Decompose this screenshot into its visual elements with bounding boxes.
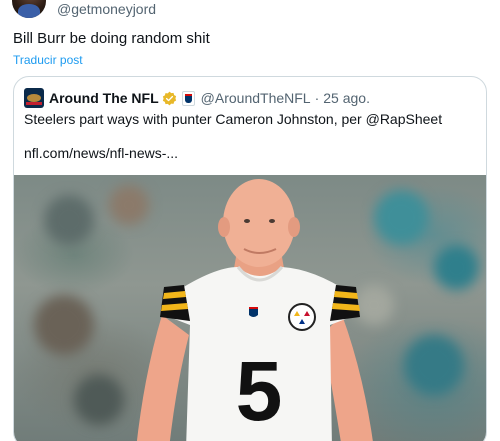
player-photo: 5	[136, 179, 373, 441]
translate-post-link[interactable]: Traducir post	[13, 53, 83, 67]
nfl-affiliate-badge-icon[interactable]	[181, 90, 195, 106]
user-avatar[interactable]	[12, 0, 46, 18]
jersey-number: 5	[236, 344, 283, 438]
quoted-post-link[interactable]: nfl.com/news/nfl-news-...	[24, 145, 178, 161]
quoted-post-timestamp[interactable]: 25 ago.	[323, 90, 370, 106]
quoted-account-name[interactable]: Around The NFL	[49, 90, 159, 106]
quoted-post-text: Steelers part ways with punter Cameron J…	[24, 111, 443, 127]
tweet-text: Bill Burr be doing random shit	[13, 30, 210, 47]
quoted-post-card[interactable]: Around The NFL @AroundTheNFL · 25 ago. S…	[13, 76, 487, 441]
quoted-post-image[interactable]: 5	[14, 175, 486, 441]
quoted-account-avatar[interactable]	[24, 88, 44, 108]
separator-dot: ·	[314, 90, 320, 106]
user-handle[interactable]: @getmoneyjord	[57, 1, 156, 17]
quoted-account-handle[interactable]: @AroundTheNFL	[201, 90, 311, 106]
verified-badge-icon	[162, 91, 176, 105]
quoted-post-header: Around The NFL @AroundTheNFL · 25 ago.	[24, 88, 370, 108]
